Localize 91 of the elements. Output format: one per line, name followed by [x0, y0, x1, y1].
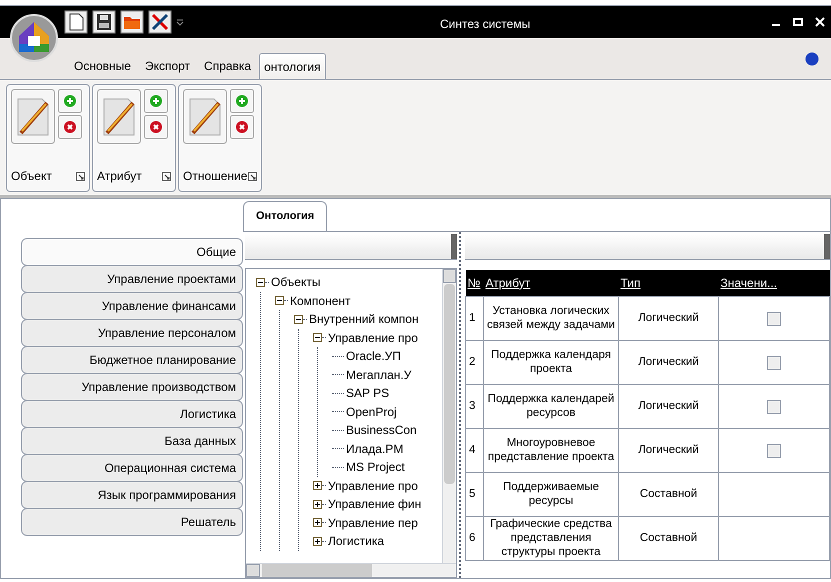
save-icon[interactable] [92, 10, 116, 34]
ribbon-tab[interactable]: Основные [68, 53, 137, 79]
expand-icon[interactable] [313, 518, 322, 528]
tree-item[interactable]: Объекты [271, 273, 320, 292]
tree-item[interactable]: Илада.PM [346, 440, 404, 458]
new-document-icon[interactable] [64, 10, 88, 34]
expand-icon[interactable] [313, 481, 322, 490]
add-icon[interactable] [58, 89, 82, 113]
table-cell: Составной [618, 516, 718, 560]
column-header[interactable]: Тип [618, 270, 718, 296]
group-label: Отношение [183, 168, 248, 185]
tree-item[interactable]: SAP PS [346, 384, 390, 402]
column-header[interactable]: Атрибут [484, 270, 618, 296]
ribbon-tab[interactable]: онтология [259, 53, 326, 79]
tree-item[interactable]: OpenProj [346, 402, 397, 421]
add-icon[interactable] [144, 89, 168, 113]
table-cell: 1 [466, 296, 484, 340]
tree-item[interactable]: Oracle.УП [346, 347, 401, 366]
collapse-icon[interactable] [275, 296, 284, 306]
side-tab[interactable]: Управление производством [21, 373, 243, 401]
tree-item[interactable]: Управление фин [328, 495, 422, 514]
expand-icon[interactable] [313, 500, 322, 509]
table-cell: 4 [466, 428, 484, 472]
table-cell: Составной [618, 472, 718, 516]
side-tab[interactable]: Управление проектами [21, 265, 243, 293]
content-tab[interactable]: Онтология [243, 201, 328, 231]
edit-pencil-icon[interactable] [183, 89, 227, 144]
expand-icon[interactable] [313, 536, 322, 546]
side-tab[interactable]: Операционная система [21, 454, 243, 482]
side-tab[interactable]: Бюджетное планирование [21, 346, 243, 374]
table-cell: Многоуровневое представление проекта [484, 428, 618, 472]
dialog-launcher-icon[interactable] [248, 172, 257, 180]
delete-icon[interactable] [58, 115, 82, 139]
tree-item[interactable]: BusinessCon [346, 421, 417, 440]
table-cell: Поддержка календарей ресурсов [484, 384, 618, 428]
checkbox[interactable] [767, 444, 781, 458]
column-header[interactable]: Значени... [718, 270, 830, 296]
tree-item[interactable]: Компонент [290, 292, 351, 310]
ribbon-tab[interactable]: Экспорт [138, 53, 196, 79]
column-header[interactable]: № [466, 270, 484, 296]
table-cell: 2 [466, 340, 484, 384]
dropdown-caret-icon[interactable] [176, 18, 184, 26]
tree-item[interactable]: Управление про [328, 328, 418, 347]
table-cell: Логический [618, 296, 718, 340]
folder-icon[interactable] [120, 10, 144, 34]
side-tab[interactable]: Логистика [21, 400, 243, 428]
side-tab[interactable]: Управление финансами [21, 292, 243, 320]
collapse-icon[interactable] [294, 314, 303, 324]
table-cell: Логический [618, 340, 718, 384]
checkbox[interactable] [767, 356, 781, 370]
group-label: Объект [11, 168, 52, 185]
horizontal-scrollbar[interactable] [246, 563, 456, 577]
table-cell: Поддержка календаря проекта [484, 340, 618, 384]
table-cell: Логический [618, 384, 718, 428]
ribbon-tab[interactable]: Справка [198, 53, 258, 79]
tree-item[interactable]: Управление пер [328, 514, 418, 532]
table-cell: Установка логических связей между задачами [484, 296, 618, 340]
tree-item[interactable]: Логистика [328, 532, 384, 550]
group-label: Атрибут [97, 168, 142, 185]
side-tab[interactable]: Общие [21, 238, 243, 266]
tree-item[interactable]: Управление про [328, 476, 418, 495]
checkbox[interactable] [767, 400, 781, 414]
edit-pencil-icon[interactable] [11, 89, 55, 144]
side-tab[interactable]: Язык программирования [21, 481, 243, 509]
table-cell: 6 [466, 516, 484, 560]
table-cell: Поддерживаемые ресурсы [484, 472, 618, 516]
delete-icon[interactable] [144, 115, 168, 139]
collapse-icon[interactable] [256, 278, 265, 287]
add-icon[interactable] [230, 89, 254, 113]
dropdown-field[interactable] [465, 234, 830, 260]
side-tab[interactable]: База данных [21, 427, 243, 455]
table-cell: Графические средства представления структуры проекта [484, 516, 618, 560]
close-icon[interactable] [815, 17, 825, 27]
dialog-launcher-icon[interactable] [76, 172, 85, 180]
maximize-icon[interactable] [793, 17, 803, 27]
tree-item[interactable]: Мегаплан.У [346, 366, 412, 384]
window-title: Синтез системы [440, 16, 530, 33]
side-tab[interactable]: Решатель [21, 508, 243, 536]
tree-item[interactable]: Внутренний компон [309, 310, 419, 328]
dropdown-field[interactable] [245, 234, 457, 260]
collapse-icon[interactable] [313, 333, 322, 342]
vertical-scrollbar[interactable] [442, 269, 456, 563]
edit-pencil-icon[interactable] [97, 89, 141, 144]
delete-icon[interactable] [230, 115, 254, 139]
table-cell: 5 [466, 472, 484, 516]
tree-item[interactable]: MS Project [346, 458, 405, 476]
dialog-launcher-icon[interactable] [162, 172, 171, 180]
checkbox[interactable] [767, 312, 781, 326]
side-tab[interactable]: Управление персоналом [21, 319, 243, 347]
table-cell: 3 [466, 384, 484, 428]
table-cell: Логический [618, 428, 718, 472]
